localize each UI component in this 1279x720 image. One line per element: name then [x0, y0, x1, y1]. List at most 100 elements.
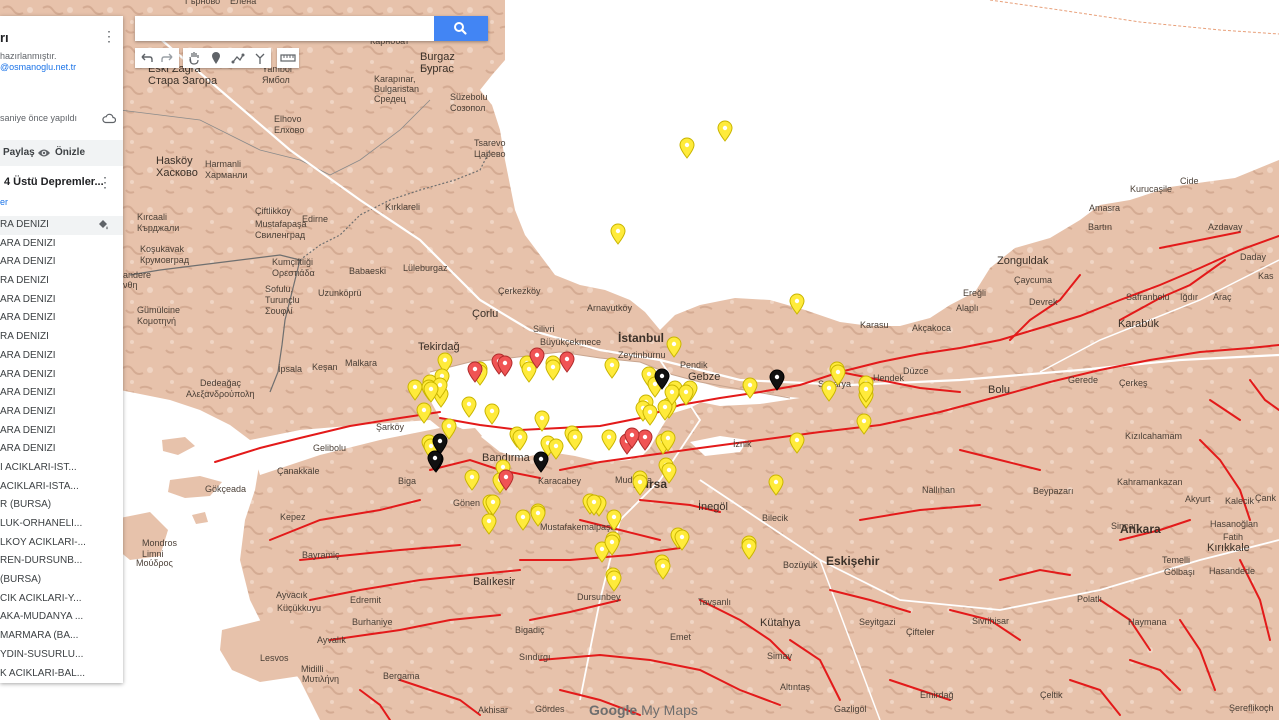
draw-line-icon[interactable] — [227, 48, 249, 68]
feature-list-item[interactable]: ARA DENIZI — [0, 422, 123, 441]
search-input[interactable] — [135, 16, 443, 41]
place-label: Amasra — [1089, 203, 1120, 213]
place-label: Kütahya — [760, 617, 801, 629]
place-label: Ορεστιάδα — [272, 268, 315, 278]
feature-list-item[interactable]: ARA DENIZI — [0, 384, 123, 403]
feature-list-item[interactable]: RA DENIZI — [0, 216, 123, 235]
place-label: Edremit — [350, 595, 382, 605]
directions-icon[interactable] — [249, 48, 271, 68]
feature-list-item[interactable]: ARA DENIZI — [0, 440, 123, 459]
layer-options-icon[interactable]: ⋮ — [98, 174, 112, 190]
feature-list-item[interactable]: ARA DENIZI — [0, 366, 123, 385]
feature-list-item[interactable]: ARA DENIZI — [0, 235, 123, 254]
feature-list-item[interactable]: AKA-MUDANYA ... — [0, 608, 123, 627]
place-label: Kırıkkale — [1207, 542, 1250, 554]
place-label: Büyükçekmece — [540, 337, 601, 347]
place-label: Karasu — [860, 320, 889, 330]
place-label: Елхово — [274, 125, 304, 135]
place-label: Κομοτηνή — [137, 316, 176, 326]
place-label: Malkara — [345, 358, 377, 368]
redo-icon[interactable] — [157, 48, 179, 68]
undo-icon[interactable] — [135, 48, 157, 68]
place-label: Midilli — [301, 664, 324, 674]
feature-list-item[interactable]: ARA DENIZI — [0, 347, 123, 366]
map-canvas[interactable]: Гърново ЕленаКарнобатBurgazБургасEski Zag… — [0, 0, 1279, 720]
author-email-link[interactable]: @osmanoglu.net.tr — [0, 62, 76, 73]
place-label: Altıntaş — [780, 682, 811, 692]
place-label: Çanakkale — [277, 466, 320, 476]
feature-list-item[interactable]: CIK ACIKLARI-Y... — [0, 590, 123, 609]
feature-list-item[interactable]: ARA DENIZI — [0, 291, 123, 310]
place-label: Akhisar — [478, 705, 508, 715]
history-group — [135, 48, 179, 68]
map-title: rı — [0, 30, 9, 45]
feature-list-item[interactable]: LUK-ORHANELI... — [0, 515, 123, 534]
place-label: Ayvalık — [317, 635, 346, 645]
place-label: Ямбол — [262, 75, 290, 85]
feature-list-item[interactable]: RA DENIZI — [0, 272, 123, 291]
feature-list-item[interactable]: YDIN-SUSURLU... — [0, 646, 123, 665]
place-label: İnegöl — [698, 500, 728, 513]
place-label: Haymana — [1128, 617, 1167, 627]
place-label: Свиленград — [255, 230, 306, 240]
place-label: İznik — [733, 439, 752, 449]
feature-list-item[interactable]: I ACIKLARI-IST... — [0, 459, 123, 478]
feature-list-item[interactable]: RA DENIZI — [0, 328, 123, 347]
place-label: Kırcaali — [137, 212, 167, 222]
share-button[interactable]: Paylaş — [3, 147, 35, 158]
place-label: Lüleburgaz — [403, 263, 448, 273]
place-label: Sofulu, — [265, 284, 293, 294]
feature-list-item[interactable]: ARA DENIZI — [0, 253, 123, 272]
place-label: Alaplı — [956, 303, 979, 313]
place-label: Bigadiç — [515, 625, 545, 635]
measure-group — [277, 48, 299, 68]
place-label: Karapınar, — [374, 74, 416, 84]
place-label: Emirdağ — [920, 690, 954, 700]
place-label: Mustafakemalpaşa — [540, 522, 616, 532]
layer-title[interactable]: 4 Üstü Depremler... — [4, 176, 104, 188]
place-label: Средец — [374, 94, 406, 104]
place-label: Крумовград — [140, 255, 190, 265]
place-label: Düzce — [903, 366, 929, 376]
place-label: Emet — [670, 632, 692, 642]
place-label: Kırklareli — [385, 202, 420, 212]
layer-style-link[interactable]: er — [0, 197, 8, 207]
place-label: Cide — [1180, 176, 1199, 186]
place-label: Sivrihisar — [972, 616, 1009, 626]
feature-list-item[interactable]: ARA DENIZI — [0, 403, 123, 422]
place-label: Çorlu — [472, 308, 498, 320]
style-bucket-icon[interactable] — [97, 219, 109, 231]
place-label: Kepez — [280, 512, 306, 522]
place-label: Çiftlikkoy — [255, 206, 292, 216]
place-label: νθη — [123, 280, 138, 290]
place-label: Araç — [1213, 292, 1232, 302]
feature-list-item[interactable]: ACIKLARI-ISTA... — [0, 478, 123, 497]
place-label: Devrek — [1029, 297, 1058, 307]
place-label: Çank — [1255, 493, 1277, 503]
feature-list-item[interactable]: REN-DURSUNB... — [0, 552, 123, 571]
place-label: Arnavutköy — [587, 303, 633, 313]
place-label: Azdavay — [1208, 222, 1243, 232]
hand-pan-icon[interactable] — [183, 48, 205, 68]
place-label: Safranbolu — [1126, 292, 1170, 302]
add-marker-icon[interactable] — [205, 48, 227, 68]
place-label: Çerkeş — [1119, 378, 1148, 388]
place-label: Gölbaşı — [1164, 567, 1195, 577]
ruler-icon[interactable] — [277, 48, 299, 68]
search-button[interactable] — [434, 16, 488, 41]
google-my-maps-watermark: Google My Maps — [589, 702, 698, 718]
feature-list-item[interactable]: MARMARA (BA... — [0, 627, 123, 646]
feature-list-item[interactable]: LKOY ACIKLARI-... — [0, 534, 123, 553]
place-label: Mustafapaşa — [255, 219, 307, 229]
place-label: Hendek — [873, 373, 905, 383]
preview-button[interactable]: Önizle — [55, 147, 85, 158]
feature-list-item[interactable]: K ACIKLARI-BAL... — [0, 665, 123, 684]
place-label: Turunçlu — [265, 295, 300, 305]
place-label: Mondros — [142, 538, 178, 548]
feature-list-item[interactable]: R (BURSA) — [0, 496, 123, 515]
place-label: Uzunköprü — [318, 288, 362, 298]
map-options-icon[interactable]: ⋮ — [102, 28, 116, 44]
search-icon — [454, 22, 467, 35]
feature-list-item[interactable]: ARA DENIZI — [0, 309, 123, 328]
feature-list-item[interactable]: (BURSA) — [0, 571, 123, 590]
